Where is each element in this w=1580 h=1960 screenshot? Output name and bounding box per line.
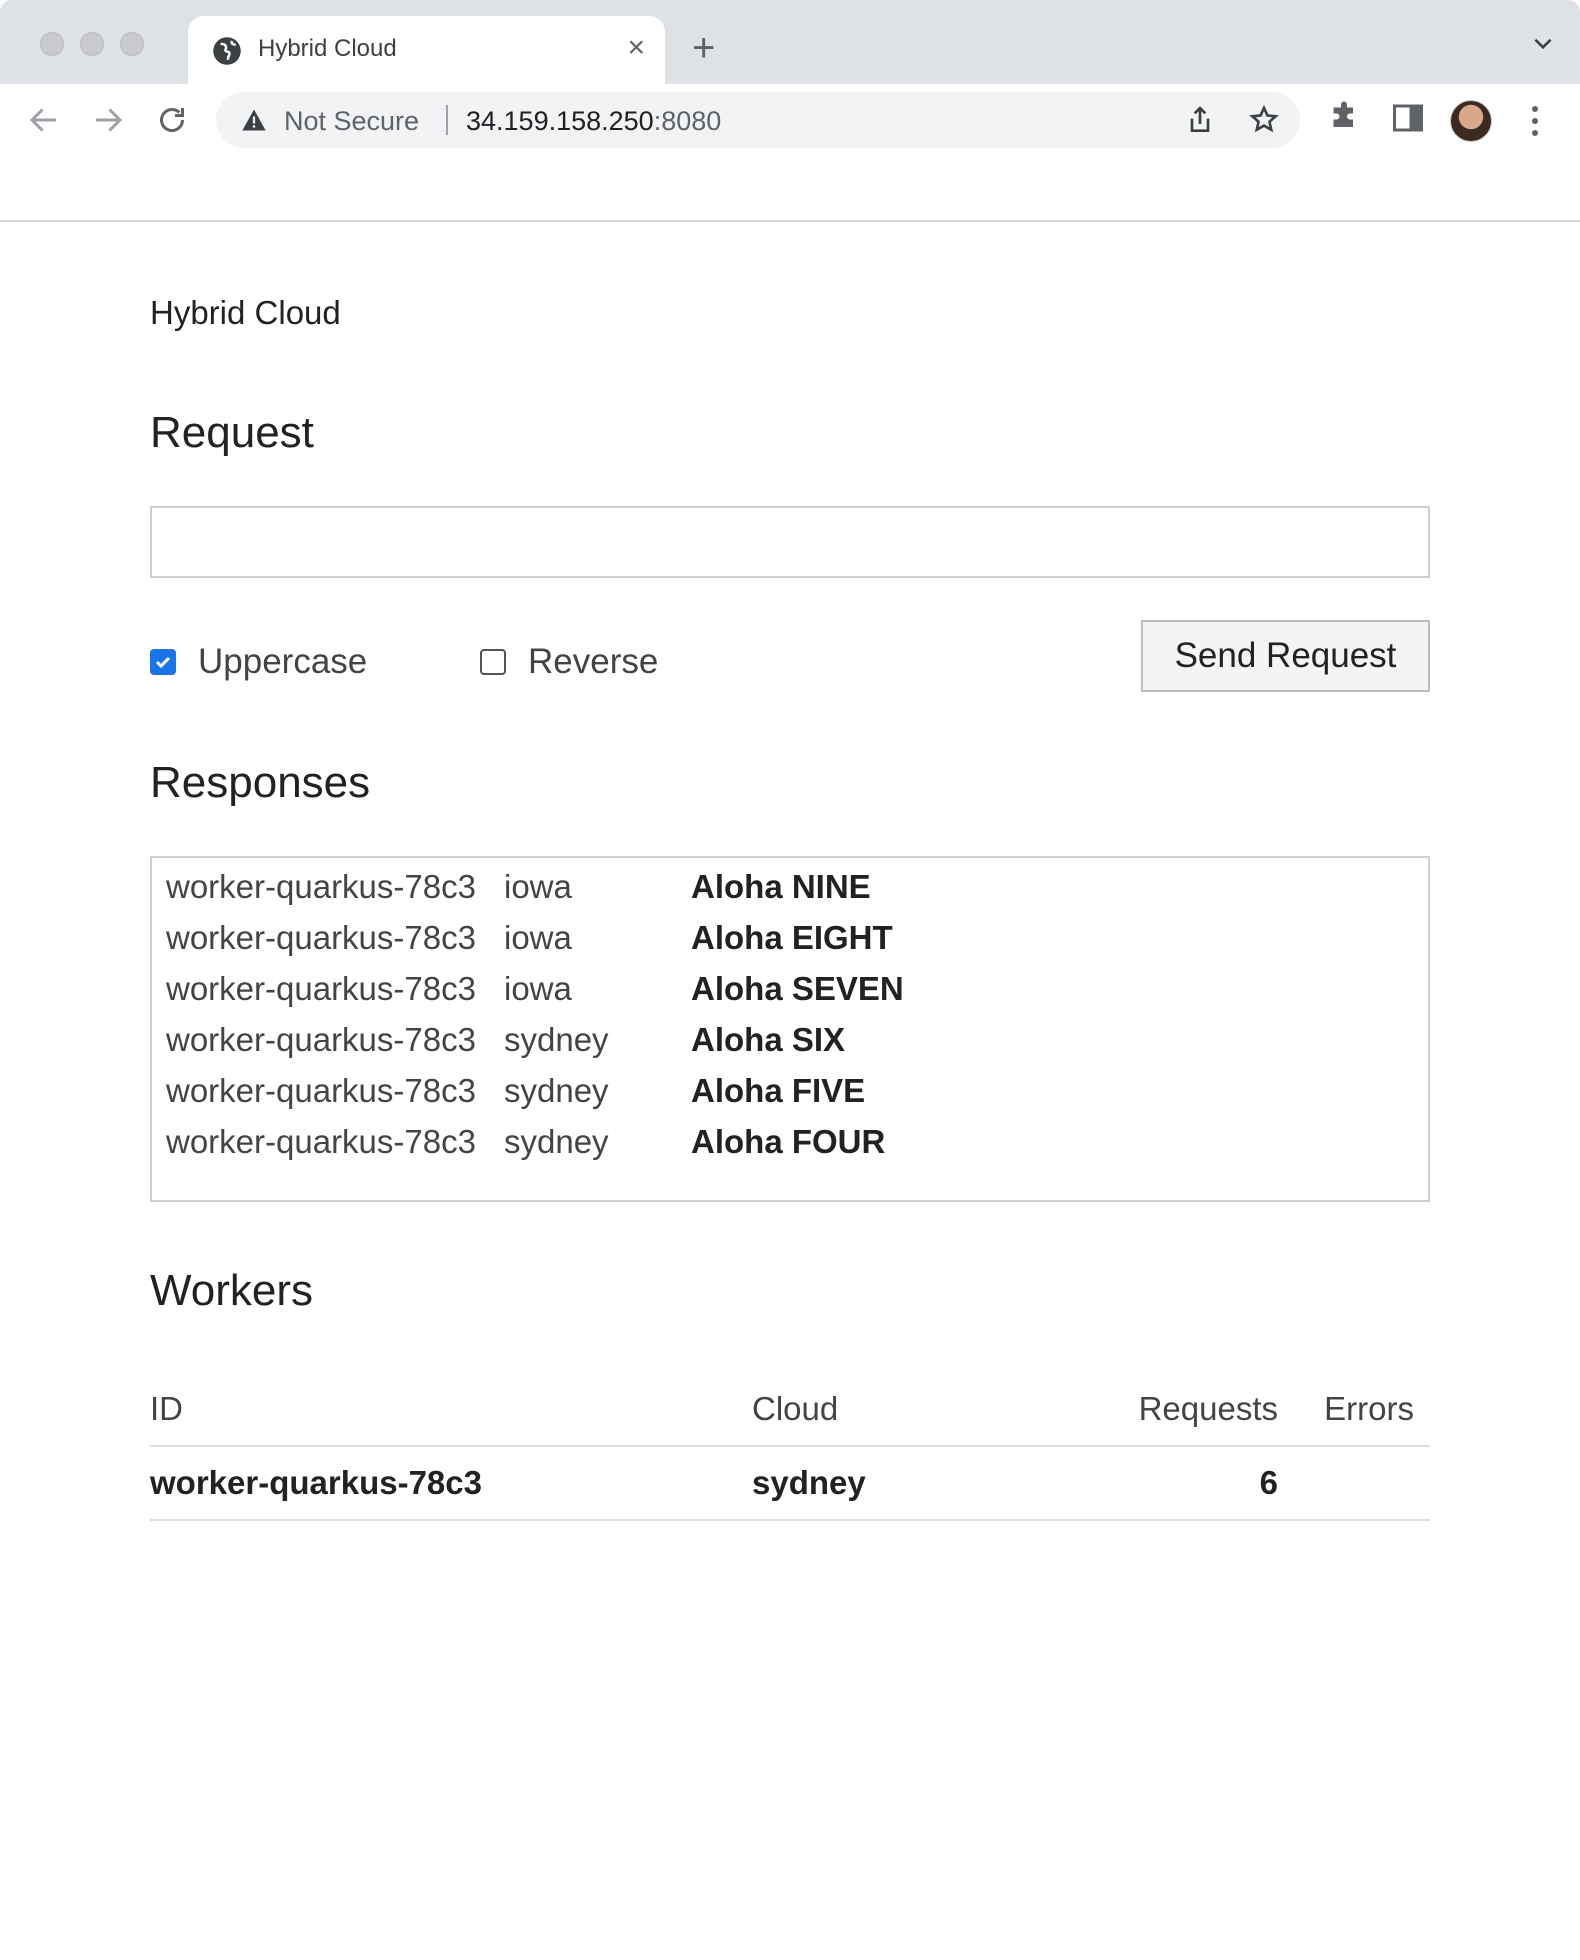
reverse-option[interactable]: Reverse [480,642,658,682]
column-header-id: ID [150,1372,752,1447]
responses-list[interactable]: worker-quarkus-78c3 iowa Aloha NINE work… [150,856,1430,1202]
response-text: Aloha NINE [691,868,871,905]
minimize-window-button[interactable] [80,32,104,56]
response-row: worker-quarkus-78c3 iowa Aloha EIGHT [166,919,1414,970]
reload-icon[interactable] [154,102,190,138]
response-text: Aloha SEVEN [691,970,904,1007]
address-separator [446,105,448,135]
response-cloud: iowa [504,970,572,1007]
response-text: Aloha EIGHT [691,919,893,956]
url-host: 34.159.158.250 [466,106,654,136]
response-worker: worker-quarkus-78c3 [166,1072,476,1109]
uppercase-option[interactable]: Uppercase [150,642,367,682]
response-row: worker-quarkus-78c3 iowa Aloha SEVEN [166,970,1414,1021]
responses-heading: Responses [150,758,371,807]
column-header-errors: Errors [1278,1372,1430,1447]
close-window-button[interactable] [40,32,64,56]
response-worker: worker-quarkus-78c3 [166,970,476,1007]
response-worker: worker-quarkus-78c3 [166,1021,476,1058]
send-request-button[interactable]: Send Request [1141,620,1430,692]
browser-toolbar: Not Secure 34.159.158.250:8080 [0,84,1580,156]
request-input[interactable] [150,506,1430,578]
response-cloud: iowa [504,919,572,956]
side-panel-icon[interactable] [1390,100,1426,136]
response-text: Aloha FOUR [691,1123,886,1160]
response-cloud: sydney [504,1072,609,1109]
response-row: worker-quarkus-78c3 iowa Aloha NINE [166,868,1414,919]
response-row: worker-quarkus-78c3 sydney Aloha SIX [166,1021,1414,1072]
tab-title: Hybrid Cloud [258,35,397,62]
back-arrow-icon[interactable] [26,102,62,138]
chevron-down-icon[interactable] [1530,30,1556,56]
uppercase-label: Uppercase [198,642,368,681]
tab-hybrid-cloud[interactable]: Hybrid Cloud × [188,16,665,86]
extensions-puzzle-icon[interactable] [1326,100,1362,136]
app-brand: Hybrid Cloud [150,294,341,331]
workers-heading: Workers [150,1266,313,1315]
response-worker: worker-quarkus-78c3 [166,868,476,905]
checkmark-icon [155,656,171,669]
profile-avatar[interactable] [1450,100,1492,142]
worker-errors-cell [1278,1446,1430,1521]
tab-close-icon[interactable]: × [627,33,645,63]
response-row: worker-quarkus-78c3 sydney Aloha FOUR [166,1123,1414,1174]
response-worker: worker-quarkus-78c3 [166,919,476,956]
browser-window: Hybrid Cloud × + Not Secure 34.159.158.2… [0,0,1580,1960]
header-divider [0,220,1580,222]
response-text: Aloha FIVE [691,1072,866,1109]
workers-table: ID Cloud Requests Errors worker-quarkus-… [150,1372,1430,1521]
response-worker: worker-quarkus-78c3 [166,1123,476,1160]
response-cloud: iowa [504,868,572,905]
response-cloud: sydney [504,1123,609,1160]
column-header-requests: Requests [1052,1372,1278,1447]
url-text[interactable]: 34.159.158.250:8080 [466,106,721,137]
reverse-label: Reverse [528,642,659,681]
response-cloud: sydney [504,1021,609,1058]
more-menu-icon[interactable] [1530,104,1540,138]
worker-cloud-cell: sydney [752,1446,1052,1521]
tab-strip: Hybrid Cloud × + [0,0,1580,86]
response-text: Aloha SIX [691,1021,846,1058]
request-heading: Request [150,408,314,457]
warning-icon[interactable] [240,106,268,134]
worker-id-cell: worker-quarkus-78c3 [150,1446,752,1521]
forward-arrow-icon[interactable] [90,102,126,138]
response-row: worker-quarkus-78c3 sydney Aloha FIVE [166,1072,1414,1123]
share-icon[interactable] [1184,104,1216,136]
url-port: :8080 [653,106,722,136]
address-bar[interactable]: Not Secure 34.159.158.250:8080 [216,92,1300,148]
uppercase-checkbox[interactable] [150,649,176,675]
worker-requests-cell: 6 [1052,1446,1278,1521]
reverse-checkbox[interactable] [480,649,506,675]
bookmark-star-icon[interactable] [1248,104,1280,136]
table-row: worker-quarkus-78c3 sydney 6 [150,1446,1430,1521]
column-header-cloud: Cloud [752,1372,1052,1447]
globe-icon [213,37,241,65]
security-label[interactable]: Not Secure [284,106,419,137]
zoom-window-button[interactable] [120,32,144,56]
workers-header-row: ID Cloud Requests Errors [150,1372,1430,1447]
new-tab-button[interactable]: + [692,28,715,68]
